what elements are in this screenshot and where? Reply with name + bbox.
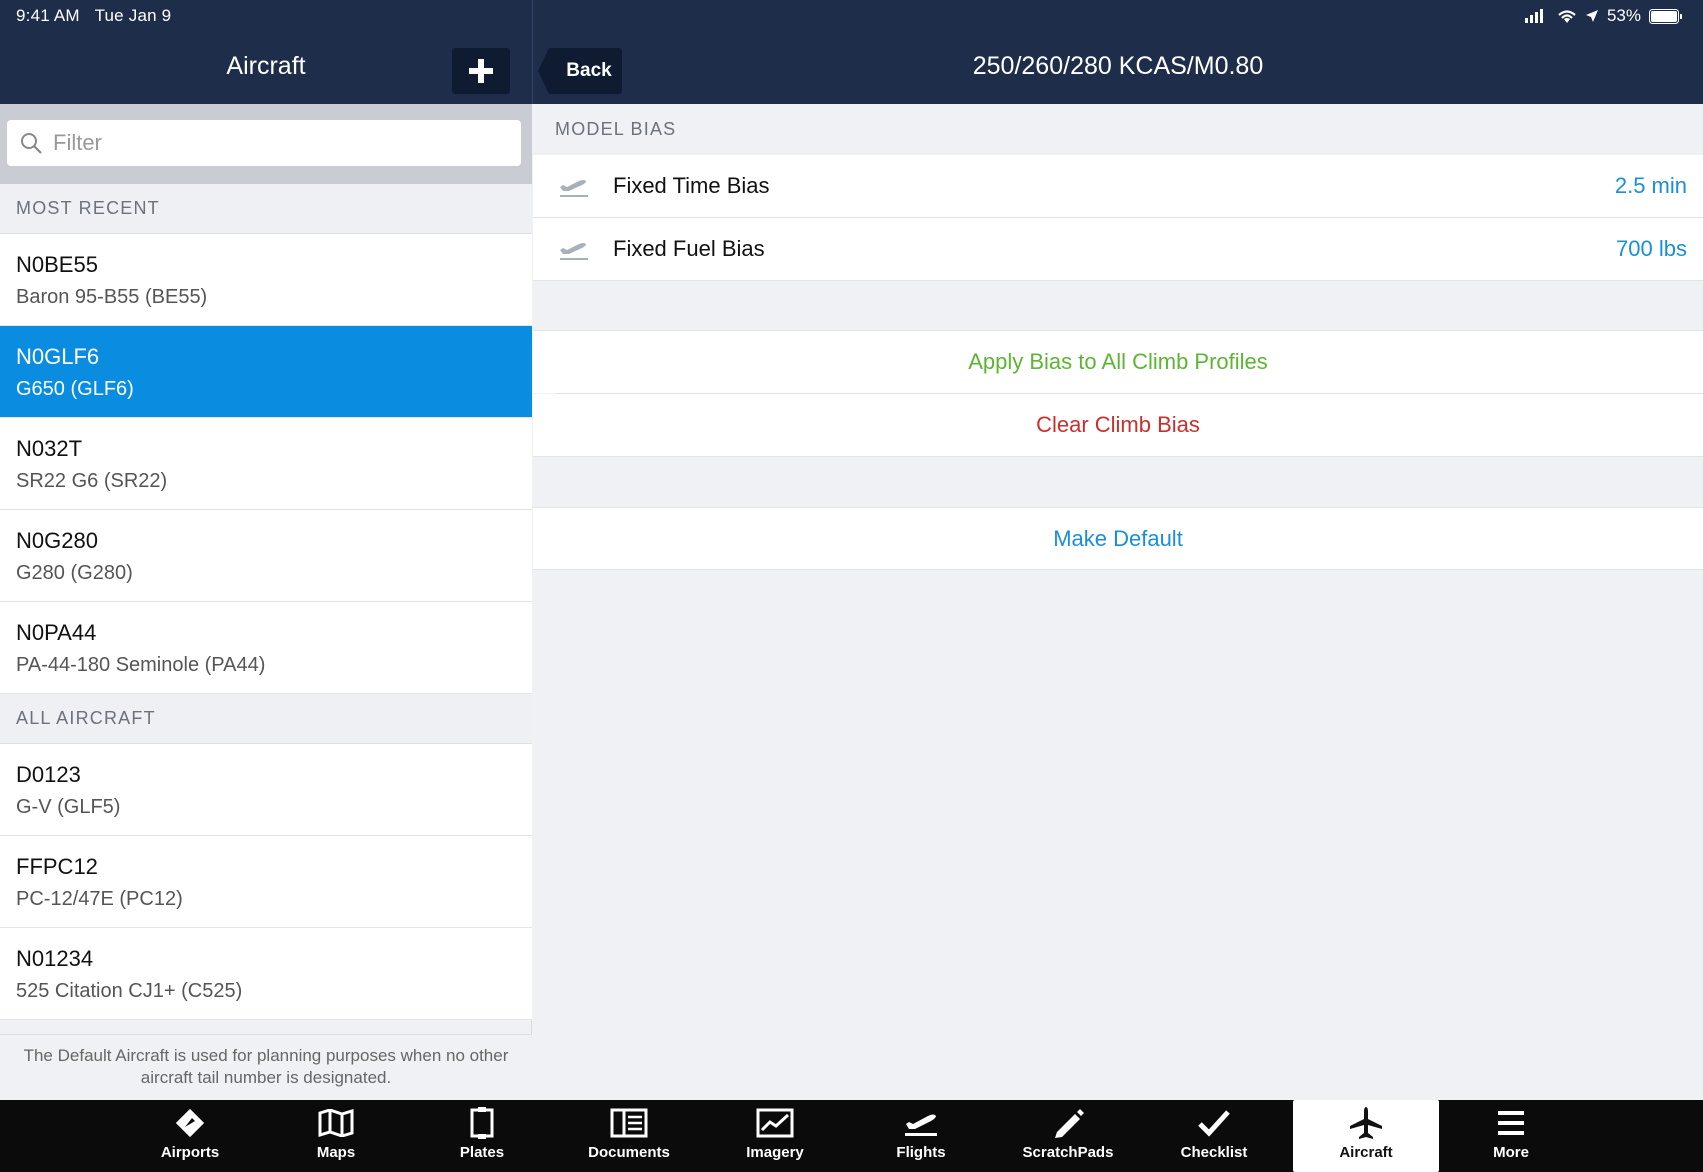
filter-field[interactable] xyxy=(7,120,521,166)
tab-label: Flights xyxy=(896,1144,946,1161)
checklist-icon xyxy=(1197,1106,1231,1140)
wifi-icon xyxy=(1558,9,1576,23)
scratchpads-icon xyxy=(1051,1106,1085,1140)
battery-percent: 53% xyxy=(1606,6,1641,25)
aircraft-row[interactable]: N0BE55 Baron 95-B55 (BE55) xyxy=(0,234,532,326)
aircraft-tail: N0PA44 xyxy=(16,620,97,645)
tab-flights[interactable]: Flights xyxy=(848,1100,994,1172)
tab-airports[interactable]: Airports xyxy=(117,1100,263,1172)
tab-label: More xyxy=(1493,1144,1529,1161)
aircraft-row[interactable]: N01234 525 Citation CJ1+ (C525) xyxy=(0,928,532,1020)
aircraft-tail: N0BE55 xyxy=(16,252,98,277)
tab-checklist[interactable]: Checklist xyxy=(1141,1100,1287,1172)
status-time-date: 9:41 AM Tue Jan 9 xyxy=(16,6,171,26)
status-time: 9:41 AM xyxy=(16,6,80,25)
aircraft-row[interactable]: FFPC12 PC-12/47E (PC12) xyxy=(0,836,532,928)
aircraft-tail: N01234 xyxy=(16,946,94,971)
bias-value[interactable]: 2.5 min xyxy=(1615,173,1687,199)
aircraft-list-panel: MOST RECENT N0BE55 Baron 95-B55 (BE55) N… xyxy=(0,104,532,1100)
battery-icon xyxy=(1649,8,1682,24)
header-bar: 9:41 AM Tue Jan 9 53% Aircraft Back 250/… xyxy=(0,0,1703,104)
fixed-fuel-bias-row[interactable]: Fixed Fuel Bias 700 lbs xyxy=(533,218,1703,281)
tab-scratchpads[interactable]: ScratchPads xyxy=(995,1100,1141,1172)
aircraft-tail: D0123 xyxy=(16,762,81,787)
aircraft-tail: N0G280 xyxy=(16,528,98,553)
tab-documents[interactable]: Documents xyxy=(556,1100,702,1172)
imagery-icon xyxy=(756,1106,794,1140)
aircraft-row-selected[interactable]: N0GLF6 G650 (GLF6) xyxy=(0,326,532,418)
tab-label: Aircraft xyxy=(1339,1144,1393,1161)
aircraft-row[interactable]: N0G280 G280 (G280) xyxy=(0,510,532,602)
flights-icon xyxy=(902,1106,940,1140)
aircraft-tail: N032T xyxy=(16,436,83,461)
airports-icon xyxy=(174,1106,206,1140)
tab-label: Airports xyxy=(160,1144,220,1161)
aircraft-model: G280 (G280) xyxy=(16,562,133,584)
aircraft-tail: FFPC12 xyxy=(16,854,98,879)
aircraft-model: 525 Citation CJ1+ (C525) xyxy=(16,980,243,1002)
signal-icon xyxy=(1524,9,1543,23)
search-icon xyxy=(21,133,42,154)
aircraft-row[interactable]: N032T SR22 G6 (SR22) xyxy=(0,418,532,510)
plus-icon xyxy=(469,59,493,83)
tab-label: Maps xyxy=(316,1144,356,1161)
location-icon xyxy=(1585,10,1598,22)
aircraft-tail: N0GLF6 xyxy=(16,344,100,369)
bias-detail-panel: MODEL BIAS Fixed Time Bias 2.5 min Fixed… xyxy=(533,104,1703,1100)
tab-label: ScratchPads xyxy=(1022,1144,1114,1161)
tab-bar: Airports Maps Plates Documents Imagery F… xyxy=(0,1100,1703,1172)
more-icon xyxy=(1496,1106,1526,1140)
filter-bar xyxy=(0,104,532,184)
add-aircraft-button[interactable] xyxy=(452,48,510,94)
takeoff-icon xyxy=(557,236,593,262)
tab-maps[interactable]: Maps xyxy=(263,1100,409,1172)
make-default-button[interactable]: Make Default xyxy=(533,507,1703,570)
aircraft-icon xyxy=(1348,1106,1384,1140)
section-header-all-aircraft: ALL AIRCRAFT xyxy=(0,694,532,744)
tab-plates[interactable]: Plates xyxy=(409,1100,555,1172)
aircraft-model: SR22 G6 (SR22) xyxy=(16,470,168,492)
default-aircraft-note: The Default Aircraft is used for plannin… xyxy=(0,1034,532,1100)
plates-icon xyxy=(468,1106,496,1140)
apply-bias-button[interactable]: Apply Bias to All Climb Profiles xyxy=(533,330,1703,393)
aircraft-row[interactable]: D0123 G-V (GLF5) xyxy=(0,744,532,836)
profile-title: 250/260/280 KCAS/M0.80 xyxy=(972,52,1264,80)
tab-label: Checklist xyxy=(1180,1144,1248,1161)
documents-icon xyxy=(610,1106,648,1140)
tab-aircraft[interactable]: Aircraft xyxy=(1293,1100,1439,1172)
section-header-model-bias: MODEL BIAS xyxy=(555,118,677,139)
tab-label: Imagery xyxy=(746,1144,804,1161)
aircraft-model: Baron 95-B55 (BE55) xyxy=(16,286,208,308)
fixed-time-bias-row[interactable]: Fixed Time Bias 2.5 min xyxy=(533,155,1703,218)
aircraft-row[interactable]: N0PA44 PA-44-180 Seminole (PA44) xyxy=(0,602,532,694)
tab-more[interactable]: More xyxy=(1438,1100,1584,1172)
filter-input[interactable] xyxy=(53,130,493,156)
aircraft-model: G650 (GLF6) xyxy=(16,378,134,400)
aircraft-model: PA-44-180 Seminole (PA44) xyxy=(16,654,266,676)
bias-value[interactable]: 700 lbs xyxy=(1616,236,1687,262)
takeoff-icon xyxy=(557,173,593,199)
section-header-most-recent: MOST RECENT xyxy=(0,184,532,234)
status-indicators: 53% xyxy=(1523,6,1683,26)
tab-imagery[interactable]: Imagery xyxy=(702,1100,848,1172)
tab-label: Plates xyxy=(459,1144,505,1161)
tab-label: Documents xyxy=(588,1144,670,1161)
bias-label: Fixed Time Bias xyxy=(613,173,770,198)
maps-icon xyxy=(318,1106,354,1140)
status-date: Tue Jan 9 xyxy=(94,6,172,25)
clear-climb-bias-button[interactable]: Clear Climb Bias xyxy=(533,394,1703,457)
aircraft-model: PC-12/47E (PC12) xyxy=(16,888,183,910)
bias-label: Fixed Fuel Bias xyxy=(613,236,765,261)
aircraft-model: G-V (GLF5) xyxy=(16,796,121,818)
